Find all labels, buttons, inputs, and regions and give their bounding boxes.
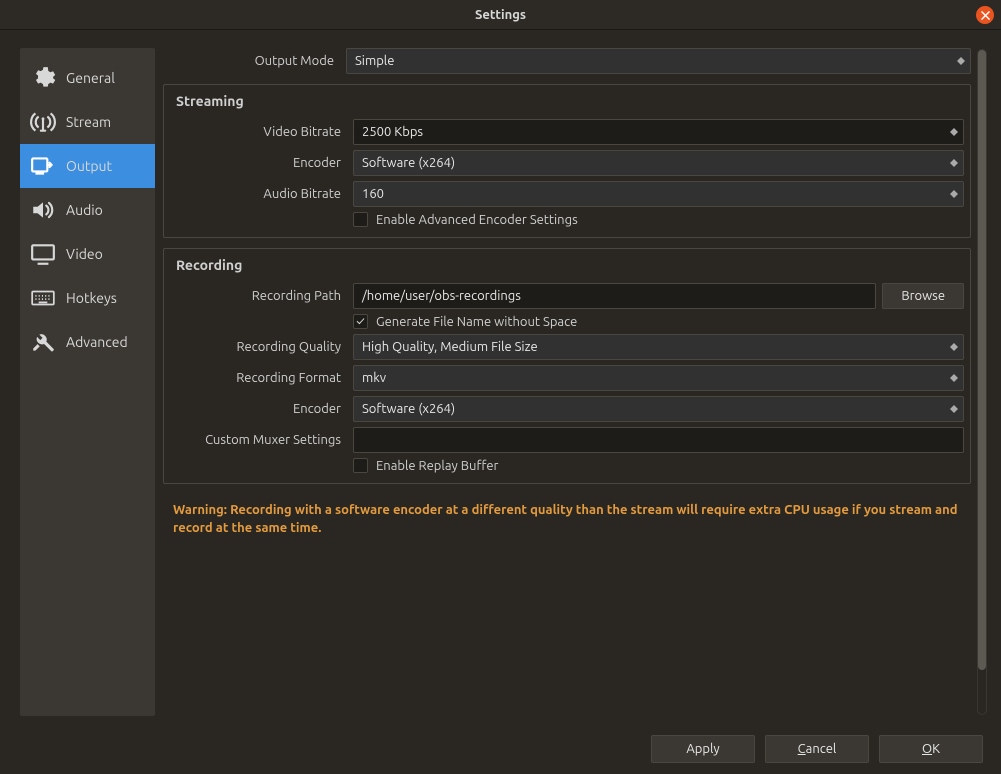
- speaker-icon: [28, 195, 58, 225]
- video-bitrate-spin[interactable]: 2500 Kbps: [353, 119, 964, 145]
- dialog-footer: Apply Cancel OK: [0, 724, 1001, 774]
- sidebar-item-label: General: [66, 70, 115, 86]
- chevron-updown-icon: [947, 184, 961, 204]
- recording-encoder-combo[interactable]: Software (x264): [353, 396, 964, 422]
- recording-format-combo[interactable]: mkv: [353, 365, 964, 391]
- chevron-updown-icon: [954, 51, 968, 71]
- antenna-icon: [28, 107, 58, 137]
- keyboard-icon: [28, 283, 58, 313]
- stream-encoder-label: Encoder: [170, 156, 345, 170]
- recording-path-input[interactable]: /home/user/obs-recordings: [353, 283, 876, 309]
- recording-quality-value: High Quality, Medium File Size: [362, 340, 538, 354]
- sidebar-item-label: Output: [66, 158, 112, 174]
- stream-encoder-value: Software (x264): [362, 156, 455, 170]
- sidebar-item-video[interactable]: Video: [20, 232, 155, 276]
- video-bitrate-label: Video Bitrate: [170, 125, 345, 139]
- enable-replay-buffer-label: Enable Replay Buffer: [376, 459, 498, 473]
- vertical-scrollbar[interactable]: [975, 48, 989, 716]
- sidebar-item-label: Audio: [66, 202, 103, 218]
- recording-title: Recording: [176, 257, 964, 273]
- muxer-input[interactable]: [353, 427, 964, 453]
- monitor-icon: [28, 239, 58, 269]
- tools-icon: [28, 327, 58, 357]
- scrollbar-track: [977, 49, 987, 715]
- recording-quality-combo[interactable]: High Quality, Medium File Size: [353, 334, 964, 360]
- window-close-button[interactable]: [976, 6, 994, 24]
- recording-format-value: mkv: [362, 371, 386, 385]
- cancel-button[interactable]: Cancel: [765, 735, 869, 763]
- chevron-updown-icon: [947, 399, 961, 419]
- audio-bitrate-value: 160: [362, 187, 384, 201]
- output-mode-combo[interactable]: Simple: [346, 48, 971, 74]
- recording-group: Recording Recording Path /home/user/obs-…: [163, 248, 971, 484]
- window-title: Settings: [475, 8, 526, 22]
- apply-button[interactable]: Apply: [651, 735, 755, 763]
- gear-icon: [28, 63, 58, 93]
- streaming-group: Streaming Video Bitrate 2500 Kbps: [163, 84, 971, 238]
- muxer-label: Custom Muxer Settings: [170, 433, 345, 447]
- settings-sidebar: General Stream Output Audio Video Hotkey…: [20, 48, 155, 716]
- sidebar-item-audio[interactable]: Audio: [20, 188, 155, 232]
- encoder-warning-text: Warning: Recording with a software encod…: [173, 502, 965, 537]
- sidebar-item-output[interactable]: Output: [20, 144, 155, 188]
- checkbox-icon: [353, 458, 368, 473]
- sidebar-item-label: Hotkeys: [66, 290, 117, 306]
- checkbox-checked-icon: [353, 314, 368, 329]
- chevron-updown-icon: [947, 122, 961, 142]
- sidebar-item-general[interactable]: General: [20, 56, 155, 100]
- chevron-updown-icon: [947, 153, 961, 173]
- recording-path-value: /home/user/obs-recordings: [362, 289, 521, 303]
- output-icon: [28, 151, 58, 181]
- main-panel: Output Mode Simple Streaming Video Bitra…: [163, 48, 975, 716]
- sidebar-item-label: Video: [66, 246, 103, 262]
- sidebar-item-label: Stream: [66, 114, 111, 130]
- chevron-updown-icon: [947, 337, 961, 357]
- output-mode-label: Output Mode: [163, 54, 338, 68]
- scrollbar-thumb[interactable]: [978, 50, 986, 670]
- checkbox-icon: [353, 212, 368, 227]
- streaming-title: Streaming: [176, 93, 964, 109]
- generate-filename-nospace-label: Generate File Name without Space: [376, 315, 577, 329]
- browse-button[interactable]: Browse: [882, 283, 964, 309]
- output-mode-value: Simple: [355, 54, 394, 68]
- video-bitrate-value: 2500 Kbps: [362, 125, 423, 139]
- recording-encoder-value: Software (x264): [362, 402, 455, 416]
- enable-advanced-encoder-label: Enable Advanced Encoder Settings: [376, 213, 578, 227]
- recording-path-label: Recording Path: [170, 289, 345, 303]
- sidebar-item-advanced[interactable]: Advanced: [20, 320, 155, 364]
- generate-filename-nospace-checkbox[interactable]: Generate File Name without Space: [353, 314, 964, 329]
- recording-format-label: Recording Format: [170, 371, 345, 385]
- recording-encoder-label: Encoder: [170, 402, 345, 416]
- title-bar: Settings: [0, 0, 1001, 30]
- stream-encoder-combo[interactable]: Software (x264): [353, 150, 964, 176]
- recording-quality-label: Recording Quality: [170, 340, 345, 354]
- chevron-updown-icon: [947, 368, 961, 388]
- ok-button[interactable]: OK: [879, 735, 983, 763]
- sidebar-item-label: Advanced: [66, 334, 128, 350]
- close-icon: [981, 11, 990, 20]
- enable-advanced-encoder-checkbox[interactable]: Enable Advanced Encoder Settings: [353, 212, 964, 227]
- sidebar-item-hotkeys[interactable]: Hotkeys: [20, 276, 155, 320]
- sidebar-item-stream[interactable]: Stream: [20, 100, 155, 144]
- enable-replay-buffer-checkbox[interactable]: Enable Replay Buffer: [353, 458, 964, 473]
- audio-bitrate-combo[interactable]: 160: [353, 181, 964, 207]
- audio-bitrate-label: Audio Bitrate: [170, 187, 345, 201]
